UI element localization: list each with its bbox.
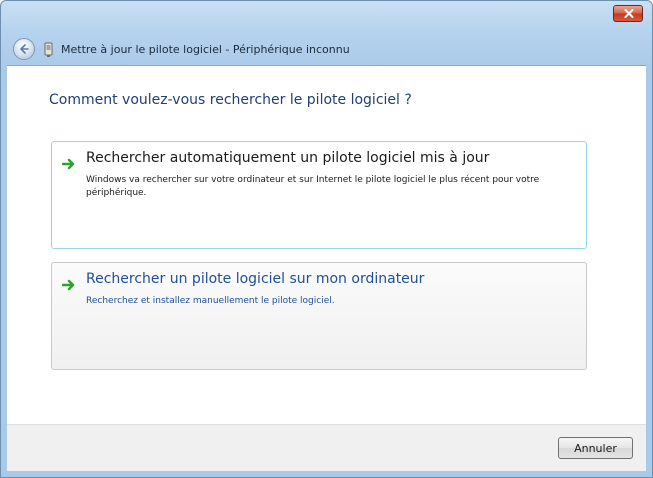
content-area: Comment voulez-vous rechercher le pilote… <box>7 65 646 471</box>
page-heading: Comment voulez-vous rechercher le pilote… <box>49 92 412 108</box>
option-description: Recherchez et installez manuellement le … <box>86 296 335 306</box>
back-button[interactable] <box>13 38 35 60</box>
close-button[interactable] <box>613 5 643 22</box>
dialog-window: Mettre à jour le pilote logiciel - Périp… <box>0 0 653 478</box>
button-bar: Annuler <box>7 424 646 471</box>
option-title: Rechercher un pilote logiciel sur mon or… <box>86 271 425 287</box>
green-arrow-icon <box>61 155 76 174</box>
search-automatically-option[interactable]: Rechercher automatiquement un pilote log… <box>51 141 587 249</box>
device-icon <box>43 42 54 57</box>
option-description: Windows va rechercher sur votre ordinate… <box>86 175 540 198</box>
window-title: Mettre à jour le pilote logiciel - Périp… <box>61 43 350 56</box>
title-bar: Mettre à jour le pilote logiciel - Périp… <box>1 1 652 65</box>
green-arrow-icon <box>61 276 76 295</box>
option-title: Rechercher automatiquement un pilote log… <box>86 150 490 166</box>
browse-computer-option[interactable]: Rechercher un pilote logiciel sur mon or… <box>51 262 587 370</box>
cancel-button[interactable]: Annuler <box>558 437 633 459</box>
